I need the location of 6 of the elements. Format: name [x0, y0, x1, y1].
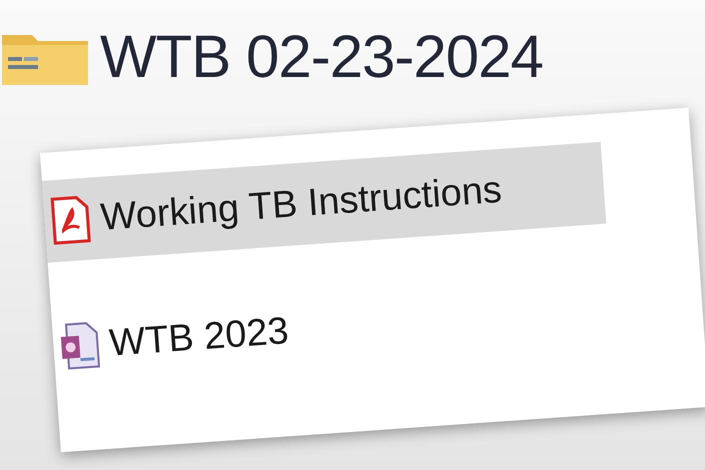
file-row[interactable]: WTB 2023	[50, 268, 616, 388]
file-row[interactable]: Working TB Instructions	[42, 142, 606, 263]
file-name: WTB 2023	[108, 310, 290, 366]
pdf-file-icon	[49, 194, 92, 246]
file-name: Working TB Instructions	[99, 168, 504, 240]
folder-title: WTB 02-23-2024	[100, 22, 543, 91]
